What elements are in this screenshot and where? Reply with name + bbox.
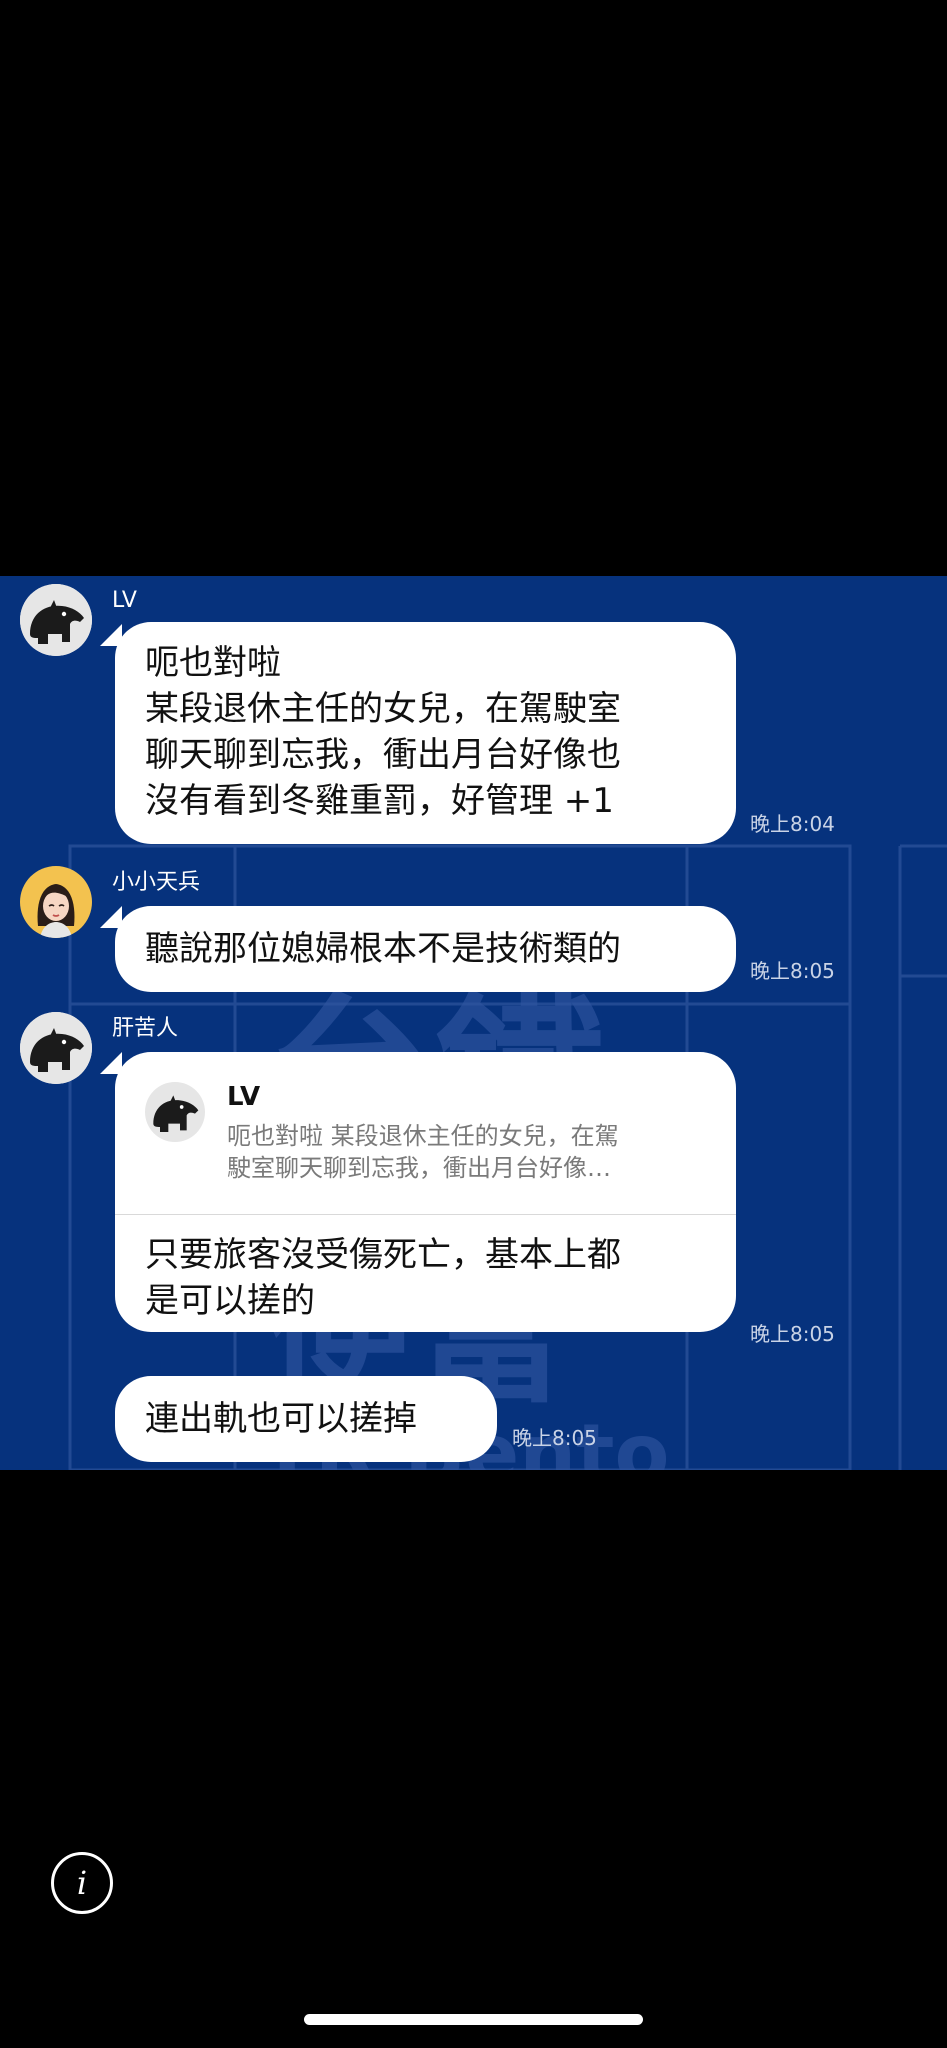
message-bubble-4[interactable]: 連出軌也可以搓掉 bbox=[115, 1376, 497, 1462]
tapir-icon bbox=[20, 1012, 92, 1084]
home-indicator[interactable] bbox=[304, 2014, 643, 2025]
message-time: 晚上8:05 bbox=[750, 1322, 835, 1346]
reply-quote[interactable]: LV 呃也對啦 某段退休主任的女兒，在駕 駛室聊天聊到忘我，衝出月台好像… bbox=[115, 1052, 736, 1215]
message-line: 某段退休主任的女兒，在駕駛室 bbox=[145, 689, 621, 729]
quote-avatar bbox=[145, 1082, 205, 1142]
sender-name-xiaoxiao: 小小天兵 bbox=[112, 870, 201, 895]
message-bubble-2[interactable]: 聽說那位媳婦根本不是技術類的 bbox=[115, 906, 736, 992]
message-time: 晚上8:04 bbox=[750, 812, 835, 836]
tapir-icon bbox=[145, 1082, 205, 1142]
message-line: 聊天聊到忘我，衝出月台好像也 bbox=[145, 735, 621, 775]
message-bubble-1[interactable]: 呃也對啦 某段退休主任的女兒，在駕駛室 聊天聊到忘我，衝出月台好像也 沒有看到冬… bbox=[115, 622, 736, 844]
avatar-xiaoxiao[interactable] bbox=[20, 866, 92, 938]
quote-line: 呃也對啦 某段退休主任的女兒，在駕 bbox=[227, 1122, 619, 1150]
chat-area: 台鐵 便當 TR Bento LV 呃也對啦 某段退休主任的女兒，在駕駛室 聊天… bbox=[0, 576, 947, 1470]
sender-name-lv: LV bbox=[112, 588, 137, 613]
quote-sender-name: LV bbox=[227, 1082, 261, 1112]
tapir-icon bbox=[20, 584, 92, 656]
info-icon[interactable]: i bbox=[51, 1852, 113, 1914]
message-line: 沒有看到冬雞重罰，好管理 +1 bbox=[145, 781, 614, 821]
message-time: 晚上8:05 bbox=[512, 1426, 597, 1450]
message-bubble-3[interactable]: LV 呃也對啦 某段退休主任的女兒，在駕 駛室聊天聊到忘我，衝出月台好像… 只要… bbox=[115, 1052, 736, 1332]
quote-line: 駛室聊天聊到忘我，衝出月台好像… bbox=[227, 1154, 611, 1182]
message-line: 是可以搓的 bbox=[145, 1281, 315, 1321]
avatar-lv[interactable] bbox=[20, 584, 92, 656]
quote-text: 呃也對啦 某段退休主任的女兒，在駕 駛室聊天聊到忘我，衝出月台好像… bbox=[227, 1120, 727, 1184]
message-line: 連出軌也可以搓掉 bbox=[145, 1399, 417, 1439]
sender-name-gankuren: 肝苦人 bbox=[112, 1016, 179, 1041]
message-time: 晚上8:05 bbox=[750, 959, 835, 983]
avatar-gankuren[interactable] bbox=[20, 1012, 92, 1084]
reply-body: 只要旅客沒受傷死亡，基本上都 是可以搓的 bbox=[145, 1232, 621, 1324]
message-line: 聽說那位媳婦根本不是技術類的 bbox=[145, 929, 621, 969]
message-line: 只要旅客沒受傷死亡，基本上都 bbox=[145, 1235, 621, 1275]
girl-avatar-icon bbox=[20, 866, 92, 938]
message-line: 呃也對啦 bbox=[145, 643, 281, 683]
